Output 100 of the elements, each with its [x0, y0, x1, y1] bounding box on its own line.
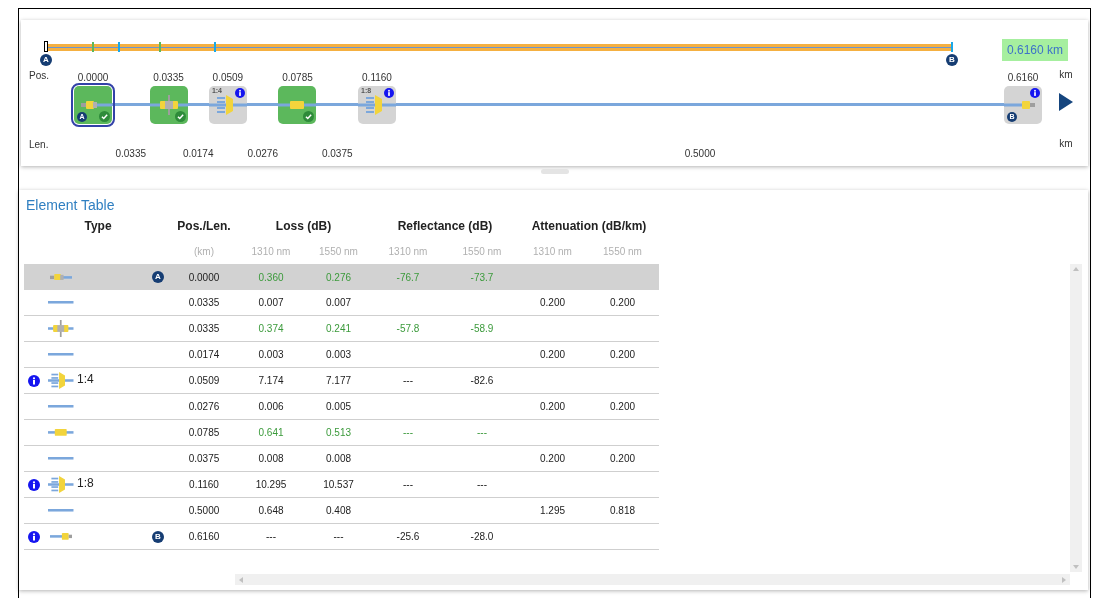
table-row[interactable]: B 0.6160 --- --- -25.6 -28.0	[24, 524, 659, 550]
sleeve-icon	[278, 101, 317, 109]
table-cell-text: 0.0335	[187, 322, 221, 336]
check-icon	[99, 111, 110, 122]
table-row[interactable]: 0.0174 0.003 0.003 0.200 0.200	[24, 342, 659, 368]
wavelength-header: 1550 nm	[461, 244, 503, 259]
table-row[interactable]: 0.0276 0.006 0.005 0.200 0.200	[24, 394, 659, 420]
table-cell-text: 0.006	[257, 400, 285, 414]
scroll-right-icon[interactable]	[1062, 576, 1066, 583]
sleeve-icon	[48, 429, 74, 436]
wavelength-header: 1550 nm	[318, 244, 359, 259]
table-cell-text: 0.1160	[188, 478, 220, 492]
table-cell-text: 0.360	[257, 270, 285, 285]
splitter-icon	[48, 476, 74, 493]
fiber-icon	[48, 301, 74, 304]
position-cursor[interactable]	[44, 41, 48, 52]
wavelength-header: 1310 nm	[532, 244, 573, 259]
unit-label: km	[1059, 139, 1073, 149]
table-cell-text: 0.0335	[187, 296, 221, 310]
table-row[interactable]: A 0.0000 0.360 0.276 -76.7 -73.7	[24, 264, 659, 290]
event-tick	[118, 42, 120, 52]
table-cell-text: 0.0000	[187, 270, 221, 285]
position-value: 0.0785	[282, 73, 313, 84]
vertical-scrollbar[interactable]	[1070, 264, 1082, 572]
table-row[interactable]: 0.0335 0.374 0.241 -57.8 -58.9	[24, 316, 659, 342]
fiber-icon	[48, 457, 74, 460]
info-icon	[384, 88, 394, 98]
table-cell-text: 0.0785	[187, 426, 221, 440]
connector-icon	[49, 533, 73, 540]
connector-icon	[49, 273, 73, 281]
table-cell-text: 0.241	[325, 322, 352, 336]
fiber-line	[112, 103, 150, 106]
table-cell-text: 0.0174	[187, 348, 221, 362]
table-cell-text: 0.5000	[187, 504, 221, 518]
table-cell-text: -76.7	[395, 270, 421, 285]
table-cell-text: 0.003	[325, 348, 352, 362]
table-cell-text: -82.6	[469, 374, 495, 388]
splice-icon	[48, 320, 74, 337]
end-marker: A	[152, 271, 164, 283]
table-cell-text: 0.200	[539, 452, 566, 466]
table-cell-text: 10.295	[254, 478, 288, 492]
splitter-icon	[48, 372, 74, 389]
column-header: Reflectance (dB)	[396, 218, 494, 235]
length-value: 0.0375	[321, 149, 353, 159]
scroll-left-icon[interactable]	[239, 576, 243, 583]
fiber-line	[246, 103, 279, 106]
ratio-label: 1:4	[77, 371, 94, 388]
scroll-down-icon[interactable]	[1073, 565, 1079, 569]
position-value: 0.1160	[362, 73, 392, 84]
unit-header: (km)	[193, 244, 215, 259]
position-value: 0.0509	[212, 73, 244, 84]
table-cell-text: 0.003	[257, 348, 285, 362]
table-cell-text: 0.008	[325, 452, 352, 466]
table-cell-text: 0.374	[257, 322, 285, 336]
event-tick	[214, 42, 216, 52]
table-cell-text: 0.513	[325, 426, 352, 440]
table-cell-text: 0.641	[257, 426, 285, 440]
table-cell-text: 7.174	[257, 374, 285, 388]
connector-icon	[81, 101, 112, 109]
table-cell-text: ---	[402, 478, 414, 492]
table-row[interactable]: 0.0375 0.008 0.008 0.200 0.200	[24, 446, 659, 472]
splitter-icon	[358, 95, 396, 115]
table-cell-text: -57.8	[395, 322, 421, 336]
row-label: Pos.	[29, 71, 50, 81]
table-row[interactable]: 1:8 0.1160 10.295 10.537 --- ---	[24, 472, 659, 498]
table-cell-text: 7.177	[325, 374, 352, 388]
table-cell-text: 0.648	[257, 504, 285, 518]
table-cell-text: 0.276	[325, 270, 352, 285]
table-cell-text: -58.9	[469, 322, 495, 336]
table-cell-text: 0.200	[539, 400, 566, 414]
element-tile[interactable]	[149, 86, 188, 124]
position-value: 0.0335	[153, 73, 184, 84]
event-tick	[158, 42, 161, 52]
table-row[interactable]: 0.5000 0.648 0.408 1.295 0.818	[24, 498, 659, 524]
info-icon	[234, 88, 245, 98]
column-header: Pos./Len.	[176, 218, 232, 235]
table-cell-text: ---	[402, 426, 414, 440]
fiber-line	[316, 103, 358, 106]
table-cell-text: 0.200	[609, 452, 636, 466]
fiber-icon	[48, 405, 74, 408]
element-tile[interactable]	[278, 86, 317, 124]
table-cell-text: ---	[402, 374, 414, 388]
table-row[interactable]: 0.0785 0.641 0.513 --- ---	[24, 420, 659, 446]
table-cell-text: 0.200	[609, 400, 636, 414]
table-row[interactable]: 0.0335 0.007 0.007 0.200 0.200	[24, 290, 659, 316]
splitter-handle[interactable]	[540, 169, 569, 174]
splitter-icon	[208, 95, 247, 115]
horizontal-scrollbar[interactable]	[235, 574, 1070, 585]
distance-label: 0.6160 km	[1001, 39, 1068, 61]
table-cell-text: 0.007	[257, 296, 285, 310]
wavelength-header: 1310 nm	[387, 244, 429, 259]
scroll-up-icon[interactable]	[1073, 267, 1079, 271]
table-cell-text: 0.200	[539, 348, 566, 362]
fiber-icon	[48, 353, 74, 356]
table-cell-text: 0.008	[257, 452, 285, 466]
wavelength-header: 1550 nm	[602, 244, 643, 259]
length-value: 0.0276	[247, 149, 278, 159]
table-row[interactable]: 1:4 0.0509 7.174 7.177 --- -82.6	[24, 368, 659, 394]
info-icon	[1030, 88, 1040, 98]
play-icon[interactable]	[1059, 93, 1073, 111]
